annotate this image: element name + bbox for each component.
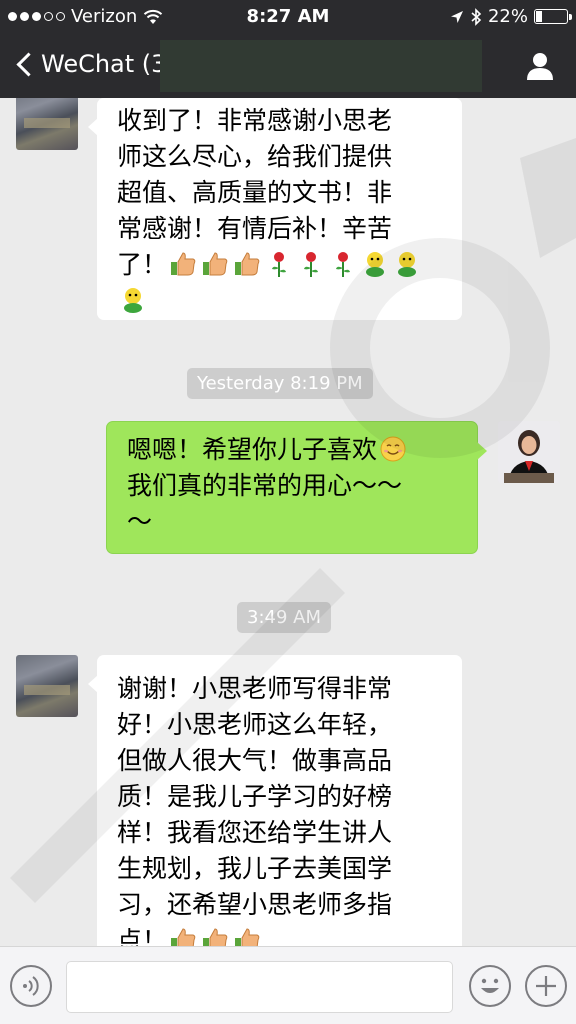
message-bubble-outgoing[interactable]: 嗯嗯！希望你儿子喜欢 我们真的非常的用心～～ ～ (106, 421, 487, 554)
thumbs-up-icon (203, 252, 228, 276)
input-bar (0, 946, 576, 1024)
chick-icon (398, 252, 417, 277)
message-line: 收到了！非常感谢小思老 (117, 106, 393, 135)
voice-button[interactable] (10, 965, 52, 1007)
rose-icon (304, 252, 319, 277)
bluetooth-icon (471, 7, 482, 26)
location-icon (450, 10, 463, 23)
back-button[interactable]: WeChat (3 (14, 50, 166, 78)
rose-icon (336, 252, 351, 277)
chick-icon (124, 288, 142, 313)
emoji-button[interactable] (469, 965, 511, 1007)
nav-bar: WeChat (3 (0, 34, 576, 98)
timestamp: Yesterday 8:19 PM (187, 368, 373, 399)
message-line: 了！ (117, 250, 168, 279)
message-line: ～ (127, 507, 153, 536)
contact-avatar[interactable] (16, 98, 78, 150)
thumbs-up-icon (203, 928, 228, 946)
message-line: 师这么尽心，给我们提供 (117, 142, 393, 171)
message-line-with-emoji: 点！ (117, 923, 446, 946)
my-avatar[interactable] (498, 421, 560, 483)
message-line: 超值、高质量的文书！非 (117, 178, 393, 207)
plus-icon (536, 976, 556, 996)
thumbs-up-icon (235, 252, 260, 276)
message-input[interactable] (66, 961, 453, 1013)
message-line: 我们真的非常的用心～～ (127, 471, 403, 500)
smile-icon (380, 436, 406, 462)
message-line: 嗯嗯！希望你儿子喜欢 (127, 435, 378, 464)
message-line-with-emoji: 嗯嗯！希望你儿子喜欢 (127, 432, 461, 468)
redacted-title (160, 40, 482, 92)
message-line: 样！我看您还给学生讲人 (117, 818, 393, 847)
message-line: 点！ (117, 926, 168, 946)
message-line: 但做人很大气！做事高品 (117, 746, 393, 775)
thumbs-up-icon (235, 928, 260, 946)
chevron-left-icon (16, 51, 41, 77)
profile-icon[interactable] (524, 50, 556, 82)
message-bubble-incoming[interactable]: 谢谢！小思老师写得非常 好！小思老师这么年轻， 但做人很大气！做事高品 质！是我… (88, 655, 462, 946)
message-bubble-incoming[interactable]: 收到了！非常感谢小思老 师这么尽心，给我们提供 超值、高质量的文书！非 常感谢！… (88, 98, 462, 320)
message-line: 生规划，我儿子去美国学 (117, 854, 393, 883)
thumbs-up-icon (171, 928, 196, 946)
rose-icon (272, 252, 287, 277)
battery-percent: 22% (487, 6, 528, 27)
timestamp: 3:49 AM (237, 602, 331, 633)
message-line: 质！是我儿子学习的好榜 (117, 782, 393, 811)
voice-icon (23, 976, 39, 996)
message-line: 常感谢！有情后补！辛苦 (117, 214, 393, 243)
thumbs-up-icon (171, 252, 196, 276)
status-bar: Verizon 8:27 AM 22% (0, 0, 576, 34)
plus-button[interactable] (525, 965, 567, 1007)
back-label: WeChat (3 (41, 50, 167, 78)
chat-area[interactable]: 收到了！非常感谢小思老 师这么尽心，给我们提供 超值、高质量的文书！非 常感谢！… (0, 98, 576, 946)
message-line: 习，还希望小思老师多指 (117, 890, 393, 919)
message-line: 好！小思老师这么年轻， (117, 710, 393, 739)
battery-icon (534, 9, 572, 24)
message-line: 谢谢！小思老师写得非常 (117, 674, 393, 703)
chick-icon (366, 252, 385, 277)
emoji-line (117, 283, 446, 319)
contact-avatar[interactable] (16, 655, 78, 717)
emoji-icon (481, 978, 499, 993)
message-line-with-emoji: 了！ (117, 247, 446, 283)
person-photo-icon (498, 421, 560, 483)
